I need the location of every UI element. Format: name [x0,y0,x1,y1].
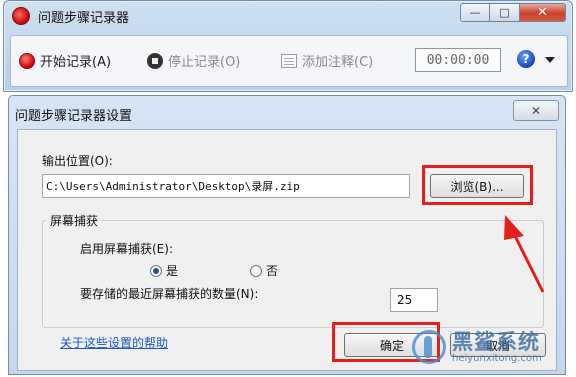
watermark: 黑鲨系统 heiyunxitong.com [412,330,542,364]
watermark-logo-icon [412,330,446,364]
watermark-name: 黑鲨系统 [452,329,540,354]
watermark-url: heiyunxitong.com [452,352,542,364]
annotation-arrow-icon [504,215,545,293]
